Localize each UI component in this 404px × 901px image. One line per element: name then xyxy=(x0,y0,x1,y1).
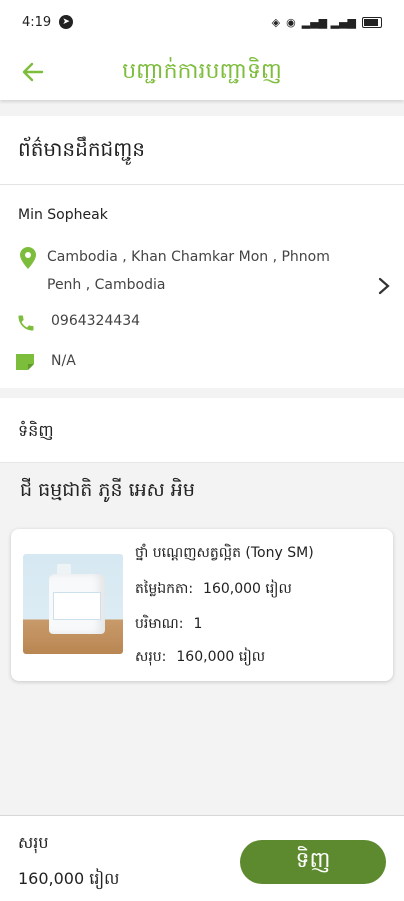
items-section-title: ទំនិញ xyxy=(18,421,54,440)
unit-price-row: តម្លៃឯកតា: 160,000 រៀល xyxy=(135,579,292,600)
recipient-name: Min Sopheak xyxy=(18,207,108,223)
subtotal-label: សរុប: xyxy=(135,649,167,665)
quantity-label: បរិមាណ: xyxy=(135,616,184,632)
total-label: សរុប xyxy=(18,833,49,852)
unit-price-value: 160,000 រៀល xyxy=(203,581,292,597)
app-header: បញ្ជាក់ការបញ្ជាទិញ xyxy=(0,44,404,100)
page-title: បញ្ជាក់ការបញ្ជាទិញ xyxy=(122,59,282,84)
checkout-footer: សរុប 160,000 រៀល ទិញ xyxy=(0,815,404,901)
status-time: 4:19 xyxy=(22,14,52,30)
product-name: ថ្នាំ បណ្ដេញសត្វល្អិត (Tony SM) xyxy=(135,545,314,561)
shop-name: ជី ធម្មជាតិ ភូនី អេស អិម xyxy=(20,479,195,501)
status-bar: 4:19 ➤ ◈ ◉ ▂▄▆ ▂▄▆ xyxy=(0,0,404,44)
delivery-address-card[interactable]: Min Sopheak Cambodia , Khan Chamkar Mon … xyxy=(0,185,404,388)
buy-button[interactable]: ទិញ xyxy=(240,840,386,884)
delivery-address: Cambodia , Khan Chamkar Mon , Phnom Penh… xyxy=(47,249,330,293)
location-status-icon: ◉ xyxy=(286,15,296,29)
total-value: 160,000 រៀល xyxy=(18,869,120,888)
note-icon xyxy=(16,354,34,370)
wifi-icon: ◈ xyxy=(271,15,281,29)
battery-icon xyxy=(362,16,382,28)
delivery-section-header: ព័ត៌មានដឹកជញ្ជូន xyxy=(0,116,404,185)
product-image xyxy=(23,554,123,654)
items-section-header: ទំនិញ xyxy=(0,398,404,463)
unit-price-label: តម្លៃឯកតា: xyxy=(135,581,194,597)
product-card[interactable]: ថ្នាំ បណ្ដេញសត្វល្អិត (Tony SM) តម្លៃឯកត… xyxy=(11,529,393,681)
signal-icon: ▂▄▆ ▂▄▆ xyxy=(301,15,356,29)
location-pin-icon xyxy=(20,247,36,269)
phone-number: 0964324434 xyxy=(51,313,141,329)
subtotal-row: សរុប: 160,000 រៀល xyxy=(135,647,265,668)
chevron-right-icon[interactable] xyxy=(378,277,390,295)
delivery-note: N/A xyxy=(51,353,76,369)
jug-label-shape xyxy=(53,592,101,620)
jug-shape xyxy=(49,574,105,634)
quantity-value: 1 xyxy=(193,616,203,632)
subtotal-value: 160,000 រៀល xyxy=(176,649,266,665)
delivery-section-title: ព័ត៌មានដឹកជញ្ជូន xyxy=(18,137,145,161)
phone-icon xyxy=(18,315,34,331)
compass-icon: ➤ xyxy=(59,15,74,29)
quantity-row: បរិមាណ: 1 xyxy=(135,614,202,635)
